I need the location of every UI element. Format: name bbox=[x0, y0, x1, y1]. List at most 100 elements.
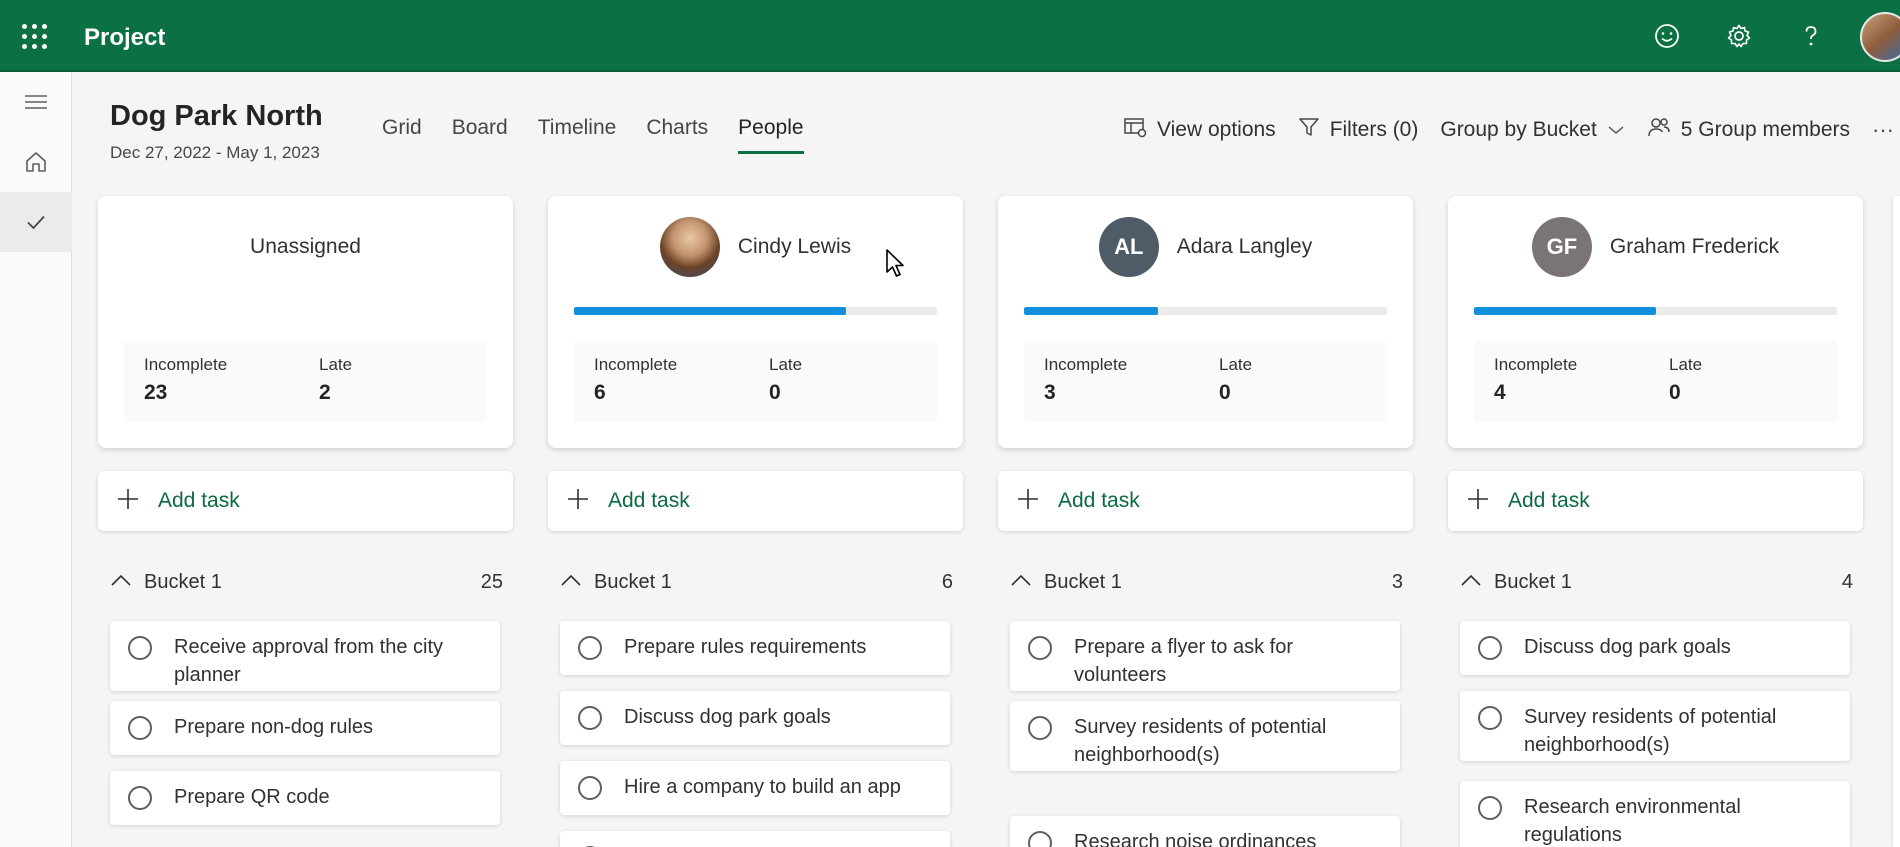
people-column-graham-frederick: GF Graham Frederick Incomplete 4 Late 0 … bbox=[1448, 196, 1863, 847]
checkmark-icon[interactable] bbox=[0, 192, 72, 252]
group-members-label: 5 Group members bbox=[1680, 118, 1851, 141]
person-name: Adara Langley bbox=[1176, 235, 1313, 258]
view-options-icon bbox=[1123, 116, 1147, 144]
mouse-cursor-icon bbox=[885, 248, 907, 285]
home-icon[interactable] bbox=[0, 132, 72, 192]
tab-timeline[interactable]: Timeline bbox=[538, 116, 617, 154]
task-card[interactable]: Prepare rules requirements bbox=[560, 621, 950, 675]
progress-fill bbox=[1474, 307, 1656, 315]
tab-charts[interactable]: Charts bbox=[646, 116, 708, 154]
task-title: Discuss dog park goals bbox=[624, 706, 831, 728]
task-complete-checkbox[interactable] bbox=[1028, 831, 1052, 847]
task-complete-checkbox[interactable] bbox=[578, 636, 602, 660]
task-complete-checkbox[interactable] bbox=[128, 636, 152, 660]
add-task-button[interactable]: Add task bbox=[548, 471, 963, 531]
task-card[interactable]: Research environmental regulations bbox=[1460, 781, 1850, 847]
task-stats: Incomplete 4 Late 0 bbox=[1474, 341, 1837, 423]
add-task-button[interactable]: Add task bbox=[998, 471, 1413, 531]
incomplete-label: Incomplete bbox=[1494, 355, 1578, 374]
task-card[interactable]: Survey residents of potential neighborho… bbox=[1460, 691, 1850, 761]
incomplete-count: 23 bbox=[144, 381, 168, 404]
view-tabs: Grid Board Timeline Charts People bbox=[382, 116, 804, 154]
late-label: Late bbox=[1219, 355, 1253, 374]
bucket-header[interactable]: Bucket 1 25 bbox=[110, 567, 503, 597]
task-card[interactable]: Discuss dog park goals bbox=[1460, 621, 1850, 675]
toolbar: View options Filters (0) Group by Bucket… bbox=[1123, 116, 1900, 144]
plan-dates: Dec 27, 2022 - May 1, 2023 bbox=[110, 143, 320, 162]
task-card[interactable]: Prepare QR code bbox=[110, 771, 500, 825]
filters-label: Filters (0) bbox=[1329, 118, 1419, 141]
task-complete-checkbox[interactable] bbox=[578, 706, 602, 730]
bucket-header[interactable]: Bucket 1 6 bbox=[560, 567, 953, 597]
filters-button[interactable]: Filters (0) bbox=[1298, 116, 1419, 144]
incomplete-stat: Incomplete 23 bbox=[144, 355, 227, 405]
progress-bar bbox=[1474, 307, 1837, 315]
task-card[interactable]: Discuss dog park goals bbox=[560, 691, 950, 745]
person-avatar: AL bbox=[1098, 217, 1159, 277]
late-stat: Late 2 bbox=[319, 355, 352, 405]
settings-icon[interactable] bbox=[1723, 20, 1755, 52]
person-name: Unassigned bbox=[250, 235, 361, 258]
person-avatar bbox=[659, 217, 720, 277]
bucket-header[interactable]: Bucket 1 3 bbox=[1010, 567, 1403, 597]
task-card[interactable]: Prepare non-dog rules bbox=[110, 701, 500, 755]
task-card[interactable]: Receive approval from the city planner bbox=[110, 621, 500, 691]
task-card[interactable]: Hire a company to build an app bbox=[560, 761, 950, 815]
task-complete-checkbox[interactable] bbox=[1478, 636, 1502, 660]
incomplete-stat: Incomplete 6 bbox=[594, 355, 677, 405]
progress-bar bbox=[1024, 307, 1387, 315]
task-complete-checkbox[interactable] bbox=[128, 786, 152, 810]
task-stats: Incomplete 6 Late 0 bbox=[574, 341, 937, 423]
bucket-header[interactable]: Bucket 1 4 bbox=[1460, 567, 1853, 597]
task-title: Prepare QR code bbox=[174, 786, 330, 808]
task-stats: Incomplete 3 Late 0 bbox=[1024, 341, 1387, 423]
task-complete-checkbox[interactable] bbox=[578, 776, 602, 800]
add-task-button[interactable]: Add task bbox=[98, 471, 513, 531]
task-card[interactable]: Survey residents of potential neighborho… bbox=[1010, 701, 1400, 771]
chevron-down-icon bbox=[1607, 118, 1625, 142]
task-card[interactable]: Research noise ordinances bbox=[1010, 816, 1400, 847]
more-options-button[interactable]: ··· bbox=[1872, 117, 1900, 143]
incomplete-count: 3 bbox=[1044, 381, 1056, 404]
task-complete-checkbox[interactable] bbox=[1028, 636, 1052, 660]
task-complete-checkbox[interactable] bbox=[128, 716, 152, 740]
add-task-button[interactable]: Add task bbox=[1448, 471, 1863, 531]
plus-icon bbox=[116, 487, 140, 516]
task-complete-checkbox[interactable] bbox=[1028, 716, 1052, 740]
task-card[interactable] bbox=[560, 831, 950, 847]
incomplete-stat: Incomplete 4 bbox=[1494, 355, 1577, 405]
filter-icon bbox=[1298, 116, 1320, 144]
bucket-name: Bucket 1 bbox=[1494, 570, 1572, 593]
tab-people[interactable]: People bbox=[738, 116, 804, 154]
person-avatar: GF bbox=[1531, 217, 1592, 277]
view-options-button[interactable]: View options bbox=[1123, 116, 1276, 144]
tab-grid[interactable]: Grid bbox=[382, 116, 422, 154]
app-title[interactable]: Project bbox=[84, 24, 165, 52]
app-launcher-icon[interactable] bbox=[22, 24, 48, 50]
tab-board[interactable]: Board bbox=[452, 116, 508, 154]
task-complete-checkbox[interactable] bbox=[1478, 706, 1502, 730]
late-label: Late bbox=[1669, 355, 1703, 374]
smiley-icon[interactable] bbox=[1651, 20, 1683, 52]
person-card: Cindy Lewis Incomplete 6 Late 0 bbox=[548, 196, 963, 448]
plus-icon bbox=[1016, 487, 1040, 516]
person-header: AL Adara Langley bbox=[998, 216, 1413, 278]
incomplete-label: Incomplete bbox=[144, 355, 228, 374]
task-title: Survey residents of potential neighborho… bbox=[1074, 716, 1327, 766]
help-icon[interactable] bbox=[1795, 20, 1827, 52]
bucket-count: 3 bbox=[1391, 570, 1403, 593]
progress-fill bbox=[1024, 307, 1159, 315]
chevron-up-icon bbox=[560, 573, 582, 592]
task-title: Research noise ordinances bbox=[1074, 831, 1317, 847]
task-title: Hire a company to build an app bbox=[624, 776, 901, 798]
group-members-button[interactable]: 5 Group members bbox=[1647, 116, 1850, 144]
task-card[interactable]: Prepare a flyer to ask for volunteers bbox=[1010, 621, 1400, 691]
task-complete-checkbox[interactable] bbox=[1478, 796, 1502, 820]
group-by-dropdown[interactable]: Group by Bucket bbox=[1440, 118, 1624, 142]
progress-fill bbox=[574, 307, 847, 315]
plan-title: Dog Park North bbox=[110, 100, 323, 132]
add-task-label: Add task bbox=[608, 489, 690, 512]
hamburger-icon[interactable] bbox=[0, 72, 72, 132]
add-task-label: Add task bbox=[1508, 489, 1590, 512]
user-avatar[interactable] bbox=[1860, 12, 1900, 62]
